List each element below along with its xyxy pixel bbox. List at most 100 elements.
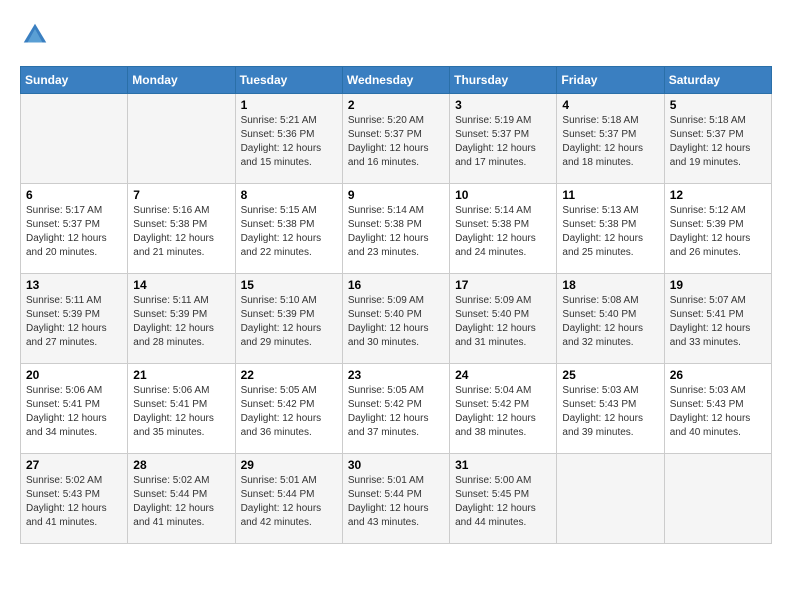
calendar-cell: 27 Sunrise: 5:02 AMSunset: 5:43 PMDayligh… [21, 454, 128, 544]
day-info: Sunrise: 5:14 AMSunset: 5:38 PMDaylight:… [455, 204, 551, 260]
day-number: 5 [670, 98, 766, 112]
day-number: 11 [562, 188, 658, 202]
day-number: 15 [241, 278, 337, 292]
calendar-cell: 26 Sunrise: 5:03 AMSunset: 5:43 PMDayligh… [664, 364, 771, 454]
calendar-cell: 29 Sunrise: 5:01 AMSunset: 5:44 PMDayligh… [235, 454, 342, 544]
calendar-cell: 16 Sunrise: 5:09 AMSunset: 5:40 PMDayligh… [342, 274, 449, 364]
day-number: 23 [348, 368, 444, 382]
calendar-body: 1Sunrise: 5:21 AMSunset: 5:36 PMDaylight… [21, 94, 772, 544]
calendar-cell: 23 Sunrise: 5:05 AMSunset: 5:42 PMDayligh… [342, 364, 449, 454]
day-number: 29 [241, 458, 337, 472]
day-info: Sunrise: 5:01 AMSunset: 5:44 PMDaylight:… [241, 474, 337, 530]
day-info: Sunrise: 5:04 AMSunset: 5:42 PMDaylight:… [455, 384, 551, 440]
day-info: Sunrise: 5:02 AMSunset: 5:43 PMDaylight:… [26, 474, 122, 530]
day-info: Sunrise: 5:01 AMSunset: 5:44 PMDaylight:… [348, 474, 444, 530]
day-info: Sunrise: 5:17 AMSunset: 5:37 PMDaylight:… [26, 204, 122, 260]
day-number: 22 [241, 368, 337, 382]
day-number: 6 [26, 188, 122, 202]
weekday-header: Wednesday [342, 67, 449, 94]
day-info: Sunrise: 5:12 AMSunset: 5:39 PMDaylight:… [670, 204, 766, 260]
weekday-header: Friday [557, 67, 664, 94]
calendar-cell: 25Sunrise: 5:03 AMSunset: 5:43 PMDayligh… [557, 364, 664, 454]
day-info: Sunrise: 5:06 AMSunset: 5:41 PMDaylight:… [26, 384, 122, 440]
calendar-cell [664, 454, 771, 544]
day-number: 26 [670, 368, 766, 382]
day-info: Sunrise: 5:15 AMSunset: 5:38 PMDaylight:… [241, 204, 337, 260]
calendar-cell: 24 Sunrise: 5:04 AMSunset: 5:42 PMDayligh… [450, 364, 557, 454]
calendar-cell: 13 Sunrise: 5:11 AMSunset: 5:39 PMDayligh… [21, 274, 128, 364]
day-info: Sunrise: 5:03 AMSunset: 5:43 PMDaylight:… [670, 384, 766, 440]
day-number: 30 [348, 458, 444, 472]
calendar-week-row: 20Sunrise: 5:06 AMSunset: 5:41 PMDayligh… [21, 364, 772, 454]
day-info: Sunrise: 5:16 AMSunset: 5:38 PMDaylight:… [133, 204, 229, 260]
calendar-cell: 9Sunrise: 5:14 AMSunset: 5:38 PMDaylight… [342, 184, 449, 274]
day-info: Sunrise: 5:18 AMSunset: 5:37 PMDaylight:… [670, 114, 766, 170]
calendar-cell: 8 Sunrise: 5:15 AMSunset: 5:38 PMDaylight… [235, 184, 342, 274]
day-info: Sunrise: 5:21 AMSunset: 5:36 PMDaylight:… [241, 114, 337, 170]
day-info: Sunrise: 5:00 AMSunset: 5:45 PMDaylight:… [455, 474, 551, 530]
day-number: 7 [133, 188, 229, 202]
day-number: 21 [133, 368, 229, 382]
calendar-cell: 31 Sunrise: 5:00 AMSunset: 5:45 PMDayligh… [450, 454, 557, 544]
day-number: 31 [455, 458, 551, 472]
logo [20, 20, 56, 50]
day-info: Sunrise: 5:11 AMSunset: 5:39 PMDaylight:… [133, 294, 229, 350]
day-number: 12 [670, 188, 766, 202]
calendar-header: SundayMondayTuesdayWednesdayThursdayFrid… [21, 67, 772, 94]
day-info: Sunrise: 5:08 AMSunset: 5:40 PMDaylight:… [562, 294, 658, 350]
calendar-cell: 3 Sunrise: 5:19 AMSunset: 5:37 PMDaylight… [450, 94, 557, 184]
calendar-cell: 6 Sunrise: 5:17 AMSunset: 5:37 PMDaylight… [21, 184, 128, 274]
calendar-cell: 19Sunrise: 5:07 AMSunset: 5:41 PMDayligh… [664, 274, 771, 364]
day-info: Sunrise: 5:06 AMSunset: 5:41 PMDaylight:… [133, 384, 229, 440]
day-number: 3 [455, 98, 551, 112]
calendar-cell: 17Sunrise: 5:09 AMSunset: 5:40 PMDayligh… [450, 274, 557, 364]
calendar-cell: 18 Sunrise: 5:08 AMSunset: 5:40 PMDayligh… [557, 274, 664, 364]
day-number: 13 [26, 278, 122, 292]
day-info: Sunrise: 5:19 AMSunset: 5:37 PMDaylight:… [455, 114, 551, 170]
calendar-cell: 10 Sunrise: 5:14 AMSunset: 5:38 PMDayligh… [450, 184, 557, 274]
logo-icon [20, 20, 50, 50]
calendar-cell: 20Sunrise: 5:06 AMSunset: 5:41 PMDayligh… [21, 364, 128, 454]
weekday-header: Sunday [21, 67, 128, 94]
calendar-cell: 14Sunrise: 5:11 AMSunset: 5:39 PMDayligh… [128, 274, 235, 364]
calendar-week-row: 6 Sunrise: 5:17 AMSunset: 5:37 PMDaylight… [21, 184, 772, 274]
page-header [20, 20, 772, 50]
calendar-week-row: 27 Sunrise: 5:02 AMSunset: 5:43 PMDayligh… [21, 454, 772, 544]
weekday-header: Thursday [450, 67, 557, 94]
day-info: Sunrise: 5:05 AMSunset: 5:42 PMDaylight:… [348, 384, 444, 440]
day-number: 19 [670, 278, 766, 292]
day-number: 16 [348, 278, 444, 292]
day-number: 18 [562, 278, 658, 292]
day-number: 24 [455, 368, 551, 382]
day-number: 4 [562, 98, 658, 112]
weekday-header: Saturday [664, 67, 771, 94]
calendar-cell: 2Sunrise: 5:20 AMSunset: 5:37 PMDaylight… [342, 94, 449, 184]
calendar-cell [21, 94, 128, 184]
calendar-cell: 21 Sunrise: 5:06 AMSunset: 5:41 PMDayligh… [128, 364, 235, 454]
day-info: Sunrise: 5:14 AMSunset: 5:38 PMDaylight:… [348, 204, 444, 260]
calendar-cell [557, 454, 664, 544]
day-info: Sunrise: 5:10 AMSunset: 5:39 PMDaylight:… [241, 294, 337, 350]
day-info: Sunrise: 5:18 AMSunset: 5:37 PMDaylight:… [562, 114, 658, 170]
calendar-cell: 11 Sunrise: 5:13 AMSunset: 5:38 PMDayligh… [557, 184, 664, 274]
day-info: Sunrise: 5:11 AMSunset: 5:39 PMDaylight:… [26, 294, 122, 350]
day-number: 10 [455, 188, 551, 202]
day-info: Sunrise: 5:09 AMSunset: 5:40 PMDaylight:… [348, 294, 444, 350]
calendar-table: SundayMondayTuesdayWednesdayThursdayFrid… [20, 66, 772, 544]
calendar-cell: 28 Sunrise: 5:02 AMSunset: 5:44 PMDayligh… [128, 454, 235, 544]
day-info: Sunrise: 5:03 AMSunset: 5:43 PMDaylight:… [562, 384, 658, 440]
weekday-header: Tuesday [235, 67, 342, 94]
weekday-header: Monday [128, 67, 235, 94]
day-info: Sunrise: 5:02 AMSunset: 5:44 PMDaylight:… [133, 474, 229, 530]
day-number: 27 [26, 458, 122, 472]
calendar-cell: 12 Sunrise: 5:12 AMSunset: 5:39 PMDayligh… [664, 184, 771, 274]
day-number: 8 [241, 188, 337, 202]
day-info: Sunrise: 5:13 AMSunset: 5:38 PMDaylight:… [562, 204, 658, 260]
day-info: Sunrise: 5:05 AMSunset: 5:42 PMDaylight:… [241, 384, 337, 440]
calendar-cell: 7 Sunrise: 5:16 AMSunset: 5:38 PMDaylight… [128, 184, 235, 274]
calendar-week-row: 1Sunrise: 5:21 AMSunset: 5:36 PMDaylight… [21, 94, 772, 184]
day-info: Sunrise: 5:20 AMSunset: 5:37 PMDaylight:… [348, 114, 444, 170]
calendar-cell: 1Sunrise: 5:21 AMSunset: 5:36 PMDaylight… [235, 94, 342, 184]
day-number: 28 [133, 458, 229, 472]
calendar-cell: 4 Sunrise: 5:18 AMSunset: 5:37 PMDaylight… [557, 94, 664, 184]
